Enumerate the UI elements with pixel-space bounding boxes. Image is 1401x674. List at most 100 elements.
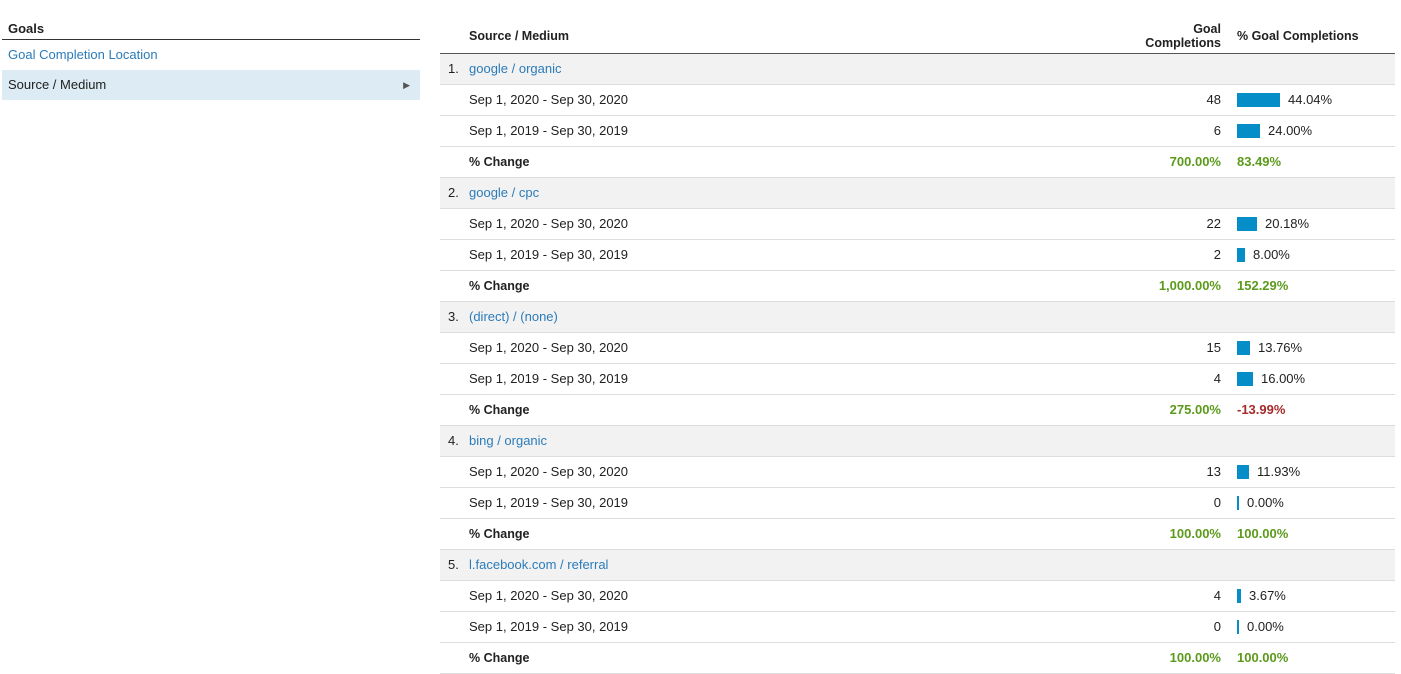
pct-goal-completions-value: 20.18% bbox=[1265, 216, 1310, 231]
pct-goal-completions-change: 152.29% bbox=[1237, 278, 1289, 293]
share-bar bbox=[1237, 589, 1241, 603]
row-index: 2. bbox=[448, 185, 459, 200]
table-row: Sep 1, 2020 - Sep 30, 2020 48 44.04% bbox=[440, 85, 1395, 116]
table-header: Source / Medium Goal Completions % Goal C… bbox=[440, 18, 1395, 54]
goal-completions-value: 15 bbox=[1206, 340, 1221, 355]
pct-goal-completions-change: -13.99% bbox=[1237, 402, 1286, 417]
row-index: 3. bbox=[448, 309, 459, 324]
pct-goal-completions-change: 100.00% bbox=[1237, 526, 1289, 541]
share-bar bbox=[1237, 465, 1249, 479]
report-sidebar: Goals Goal Completion Location Source / … bbox=[2, 18, 420, 100]
table-group-row: 1. google / organic bbox=[440, 54, 1395, 85]
goal-completions-value: 6 bbox=[1213, 123, 1221, 138]
pct-goal-completions-value: 16.00% bbox=[1261, 371, 1306, 386]
date-range-label: Sep 1, 2019 - Sep 30, 2019 bbox=[469, 123, 629, 138]
date-range-label: Sep 1, 2020 - Sep 30, 2020 bbox=[469, 92, 629, 107]
pct-goal-completions-change: 83.49% bbox=[1237, 154, 1282, 169]
share-bar bbox=[1237, 620, 1239, 634]
table-row: Sep 1, 2019 - Sep 30, 2019 0 0.00% bbox=[440, 612, 1395, 643]
date-range-label: Sep 1, 2019 - Sep 30, 2019 bbox=[469, 495, 629, 510]
pct-goal-completions-value: 0.00% bbox=[1247, 619, 1284, 634]
column-header-line: Completions bbox=[1145, 36, 1221, 50]
pct-goal-completions-change: 100.00% bbox=[1237, 650, 1289, 665]
goal-completions-value: 48 bbox=[1206, 92, 1221, 107]
goal-completions-value: 22 bbox=[1206, 216, 1221, 231]
column-header-source-medium[interactable]: Source / Medium bbox=[469, 29, 569, 43]
source-medium-link[interactable]: (direct) / (none) bbox=[469, 302, 558, 332]
percent-change-row: % Change 100.00% 100.00% bbox=[440, 643, 1395, 674]
caret-right-icon: ▶ bbox=[403, 80, 410, 90]
table-row: Sep 1, 2019 - Sep 30, 2019 4 16.00% bbox=[440, 364, 1395, 395]
pct-goal-completions-value: 24.00% bbox=[1268, 123, 1313, 138]
goal-completions-change: 1,000.00% bbox=[1158, 278, 1221, 293]
date-range-label: Sep 1, 2019 - Sep 30, 2019 bbox=[469, 371, 629, 386]
goal-completions-value: 13 bbox=[1206, 464, 1221, 479]
column-header-goal-completions[interactable]: Goal Completions bbox=[1141, 22, 1221, 50]
date-range-label: Sep 1, 2020 - Sep 30, 2020 bbox=[469, 216, 629, 231]
goal-completions-value: 4 bbox=[1213, 588, 1221, 603]
percent-change-label: % Change bbox=[469, 403, 530, 417]
pct-goal-completions-value: 3.67% bbox=[1249, 588, 1286, 603]
source-medium-link[interactable]: bing / organic bbox=[469, 426, 547, 456]
table-group-row: 2. google / cpc bbox=[440, 178, 1395, 209]
goal-completions-change: 275.00% bbox=[1169, 402, 1221, 417]
date-range-label: Sep 1, 2019 - Sep 30, 2019 bbox=[469, 619, 629, 634]
source-medium-link[interactable]: google / cpc bbox=[469, 178, 539, 208]
goal-completions-change: 100.00% bbox=[1169, 650, 1221, 665]
pct-goal-completions-value: 0.00% bbox=[1247, 495, 1284, 510]
percent-change-label: % Change bbox=[469, 651, 530, 665]
goal-completions-change: 700.00% bbox=[1169, 154, 1221, 169]
share-bar bbox=[1237, 124, 1260, 138]
sidebar-item-source-medium[interactable]: Source / Medium ▶ bbox=[2, 70, 420, 100]
percent-change-label: % Change bbox=[469, 155, 530, 169]
percent-change-row: % Change 275.00% -13.99% bbox=[440, 395, 1395, 426]
source-medium-link[interactable]: l.facebook.com / referral bbox=[469, 550, 608, 580]
row-index: 5. bbox=[448, 557, 459, 572]
percent-change-row: % Change 700.00% 83.49% bbox=[440, 147, 1395, 178]
sidebar-item-label: Source / Medium bbox=[8, 77, 107, 92]
row-index: 1. bbox=[448, 61, 459, 76]
sidebar-item-goal-completion-location[interactable]: Goal Completion Location bbox=[2, 40, 420, 70]
source-medium-link[interactable]: google / organic bbox=[469, 54, 562, 84]
pct-goal-completions-value: 44.04% bbox=[1288, 92, 1333, 107]
column-header-pct-goal-completions[interactable]: % Goal Completions bbox=[1237, 29, 1359, 43]
table-row: Sep 1, 2020 - Sep 30, 2020 4 3.67% bbox=[440, 581, 1395, 612]
goal-completions-value: 0 bbox=[1213, 495, 1221, 510]
table-group-row: 4. bing / organic bbox=[440, 426, 1395, 457]
share-bar bbox=[1237, 248, 1245, 262]
table-group-row: 3. (direct) / (none) bbox=[440, 302, 1395, 333]
goal-completions-value: 0 bbox=[1213, 619, 1221, 634]
percent-change-row: % Change 1,000.00% 152.29% bbox=[440, 271, 1395, 302]
goal-completions-change: 100.00% bbox=[1169, 526, 1221, 541]
date-range-label: Sep 1, 2020 - Sep 30, 2020 bbox=[469, 340, 629, 355]
share-bar bbox=[1237, 93, 1280, 107]
report-table: Source / Medium Goal Completions % Goal C… bbox=[440, 18, 1395, 674]
percent-change-row: % Change 100.00% 100.00% bbox=[440, 519, 1395, 550]
table-row: Sep 1, 2020 - Sep 30, 2020 22 20.18% bbox=[440, 209, 1395, 240]
date-range-label: Sep 1, 2020 - Sep 30, 2020 bbox=[469, 464, 629, 479]
table-body: 1. google / organic Sep 1, 2020 - Sep 30, … bbox=[440, 54, 1395, 674]
date-range-label: Sep 1, 2019 - Sep 30, 2019 bbox=[469, 247, 629, 262]
percent-change-label: % Change bbox=[469, 279, 530, 293]
column-header-line: Goal bbox=[1193, 22, 1221, 36]
table-row: Sep 1, 2019 - Sep 30, 2019 0 0.00% bbox=[440, 488, 1395, 519]
percent-change-label: % Change bbox=[469, 527, 530, 541]
share-bar bbox=[1237, 341, 1250, 355]
pct-goal-completions-value: 11.93% bbox=[1257, 464, 1301, 479]
pct-goal-completions-value: 8.00% bbox=[1253, 247, 1290, 262]
table-row: Sep 1, 2019 - Sep 30, 2019 6 24.00% bbox=[440, 116, 1395, 147]
pct-goal-completions-value: 13.76% bbox=[1258, 340, 1303, 355]
share-bar bbox=[1237, 496, 1239, 510]
row-index: 4. bbox=[448, 433, 459, 448]
table-group-row: 5. l.facebook.com / referral bbox=[440, 550, 1395, 581]
goal-completions-value: 4 bbox=[1213, 371, 1221, 386]
share-bar bbox=[1237, 372, 1253, 386]
table-row: Sep 1, 2020 - Sep 30, 2020 15 13.76% bbox=[440, 333, 1395, 364]
share-bar bbox=[1237, 217, 1257, 231]
table-row: Sep 1, 2019 - Sep 30, 2019 2 8.00% bbox=[440, 240, 1395, 271]
table-row: Sep 1, 2020 - Sep 30, 2020 13 11.93% bbox=[440, 457, 1395, 488]
sidebar-header: Goals bbox=[2, 18, 420, 40]
sidebar-item-label: Goal Completion Location bbox=[8, 47, 158, 62]
goal-completions-value: 2 bbox=[1213, 247, 1221, 262]
date-range-label: Sep 1, 2020 - Sep 30, 2020 bbox=[469, 588, 629, 603]
